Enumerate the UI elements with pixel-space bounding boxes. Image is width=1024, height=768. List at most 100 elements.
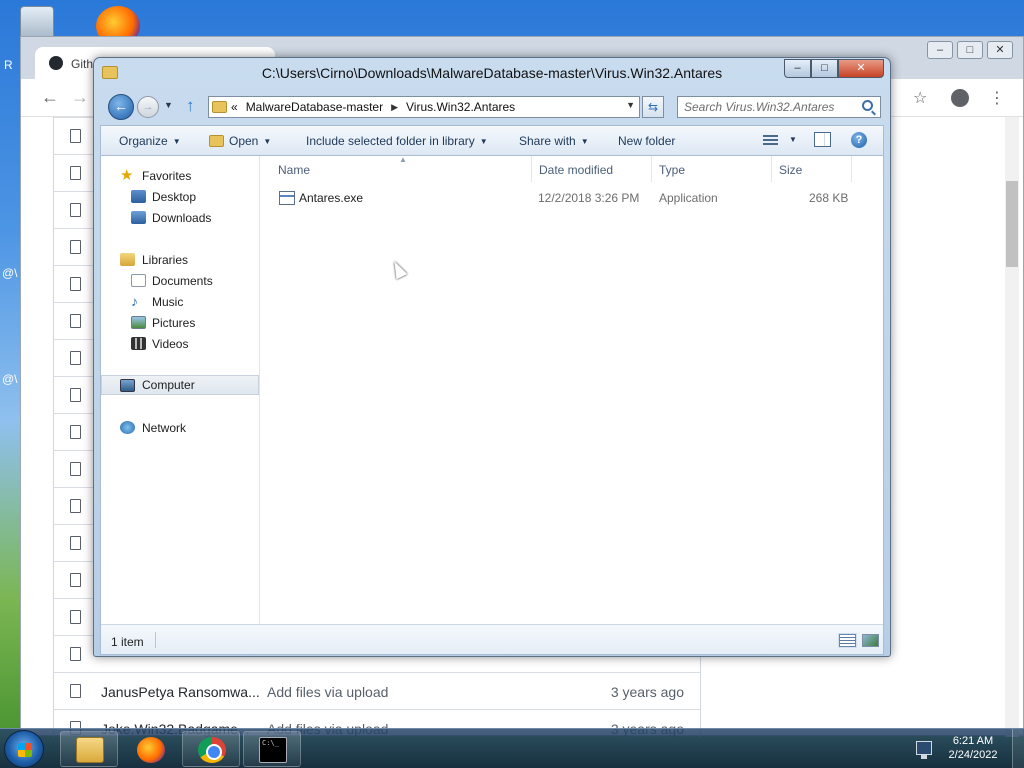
up-arrow-icon[interactable]: ↑: [186, 96, 195, 116]
navigation-pane: ★ Favorites Desktop Downloads Libraries …: [101, 156, 260, 624]
column-header-name[interactable]: ▲ Name: [261, 155, 532, 182]
desktop-icon: [131, 190, 146, 203]
close-button[interactable]: ✕: [987, 41, 1013, 59]
maximize-button[interactable]: □: [811, 59, 838, 78]
back-button[interactable]: ←: [108, 94, 134, 120]
taskbar-chrome-button[interactable]: [182, 731, 240, 767]
nav-item-videos[interactable]: Videos: [101, 334, 259, 354]
libraries-icon: [120, 253, 135, 266]
details-view-icon[interactable]: [839, 634, 856, 647]
refresh-button[interactable]: ⇆: [642, 96, 664, 118]
videos-icon: [131, 337, 146, 350]
nav-item-network[interactable]: Network: [101, 418, 259, 438]
commit-message[interactable]: Add files via upload: [267, 684, 388, 700]
bookmark-star-icon[interactable]: ☆: [913, 88, 927, 108]
list-item[interactable]: JanusPetya Ransomwa... Add files via upl…: [54, 672, 700, 709]
file-icon: [70, 203, 81, 217]
nav-label: Music: [152, 295, 184, 309]
address-dropdown-icon[interactable]: ▼: [626, 100, 635, 110]
file-icon: [70, 351, 81, 365]
forward-button[interactable]: →: [137, 96, 159, 118]
close-button[interactable]: ✕: [838, 59, 884, 78]
breadcrumb-item[interactable]: MalwareDatabase-master: [246, 100, 383, 114]
network-tray-icon[interactable]: [916, 741, 932, 759]
nav-item-downloads[interactable]: Downloads: [101, 208, 259, 228]
preview-pane-icon[interactable]: [814, 132, 831, 147]
desktop-label: @\: [2, 372, 18, 386]
search-input[interactable]: [677, 96, 881, 118]
search-icon[interactable]: [862, 100, 873, 111]
open-label: Open: [229, 134, 259, 148]
chevron-down-icon: ▼: [263, 137, 272, 146]
column-header-type[interactable]: Type: [652, 156, 772, 182]
new-folder-button[interactable]: New folder: [618, 134, 675, 148]
nav-label: Pictures: [152, 316, 196, 330]
scrollbar-thumb[interactable]: [1006, 181, 1018, 267]
change-view-icon[interactable]: [763, 135, 778, 146]
file-icon: [70, 314, 81, 328]
nav-item-music[interactable]: ♪ Music: [101, 292, 259, 312]
file-icon: [70, 388, 81, 402]
pictures-icon: [131, 316, 146, 329]
forward-arrow-icon[interactable]: →: [71, 87, 89, 108]
clock[interactable]: 6:21 AM 2/24/2022: [940, 734, 1006, 762]
recycle-bin-icon[interactable]: [20, 6, 54, 40]
column-header-date[interactable]: Date modified: [532, 156, 652, 182]
open-menu[interactable]: Open ▼: [209, 134, 271, 148]
recent-pages-dropdown-icon[interactable]: ▼: [164, 100, 173, 110]
chevron-down-icon: ▼: [172, 137, 181, 146]
breadcrumb-chevron-icon[interactable]: ▶: [391, 102, 398, 113]
profile-icon[interactable]: [951, 89, 969, 107]
nav-item-favorites[interactable]: ★ Favorites: [101, 166, 259, 186]
item-count: 1 item: [111, 635, 144, 649]
start-button[interactable]: [4, 730, 44, 768]
file-name[interactable]: Antares.exe: [299, 191, 363, 205]
nav-item-pictures[interactable]: Pictures: [101, 313, 259, 333]
nav-label: Libraries: [142, 253, 189, 267]
breadcrumb-overflow[interactable]: «: [231, 100, 238, 114]
column-header-size[interactable]: Size: [772, 156, 852, 182]
file-name-link[interactable]: JanusPetya Ransomwa...: [101, 684, 260, 700]
organize-label: Organize: [119, 134, 168, 148]
chrome-scrollbar[interactable]: [1005, 117, 1019, 737]
nav-label: Documents: [152, 274, 213, 288]
taskbar-cmd-button[interactable]: [243, 731, 301, 767]
column-label: Type: [659, 163, 686, 177]
desktop-label: R: [4, 58, 13, 72]
tab-title: Gith: [71, 57, 94, 71]
chevron-down-icon: ▼: [580, 137, 589, 146]
large-icons-view-icon[interactable]: [862, 634, 879, 647]
nav-label: Favorites: [142, 169, 192, 183]
menu-dots-icon[interactable]: ⋮: [989, 88, 1005, 108]
sort-ascending-icon: ▲: [399, 155, 407, 164]
organize-menu[interactable]: Organize ▼: [119, 134, 181, 148]
documents-icon: [131, 274, 146, 287]
back-arrow-icon[interactable]: ←: [41, 87, 59, 108]
commit-age: 3 years ago: [610, 684, 684, 700]
nav-item-documents[interactable]: Documents: [101, 271, 259, 291]
share-with-menu[interactable]: Share with ▼: [519, 134, 589, 148]
chevron-down-icon[interactable]: ▼: [789, 135, 797, 144]
minimize-button[interactable]: –: [927, 41, 953, 59]
nav-item-libraries[interactable]: Libraries: [101, 250, 259, 270]
divider: [155, 632, 156, 648]
address-bar[interactable]: « MalwareDatabase-master ▶ Virus.Win32.A…: [208, 96, 640, 118]
breadcrumb-item[interactable]: Virus.Win32.Antares: [406, 100, 515, 114]
show-desktop-button[interactable]: [1012, 729, 1024, 768]
include-in-library-menu[interactable]: Include selected folder in library ▼: [306, 134, 488, 148]
taskbar-explorer-button[interactable]: [60, 731, 118, 767]
file-date: 12/2/2018 3:26 PM: [538, 191, 640, 205]
open-icon: [209, 135, 224, 147]
chrome-window-controls: – □ ✕: [927, 41, 1013, 59]
github-icon: [49, 56, 63, 70]
nav-item-desktop[interactable]: Desktop: [101, 187, 259, 207]
share-with-label: Share with: [519, 134, 576, 148]
taskbar-firefox-button[interactable]: [121, 731, 179, 767]
minimize-button[interactable]: –: [784, 59, 811, 78]
help-icon[interactable]: ?: [851, 132, 867, 148]
file-row[interactable]: Antares.exe 12/2/2018 3:26 PM Applicatio…: [261, 188, 884, 208]
maximize-button[interactable]: □: [957, 41, 983, 59]
file-list: ▲ Name Date modified Type Size Antares.e…: [261, 155, 884, 624]
nav-item-computer[interactable]: Computer: [101, 375, 259, 395]
nav-label: Downloads: [152, 211, 212, 225]
